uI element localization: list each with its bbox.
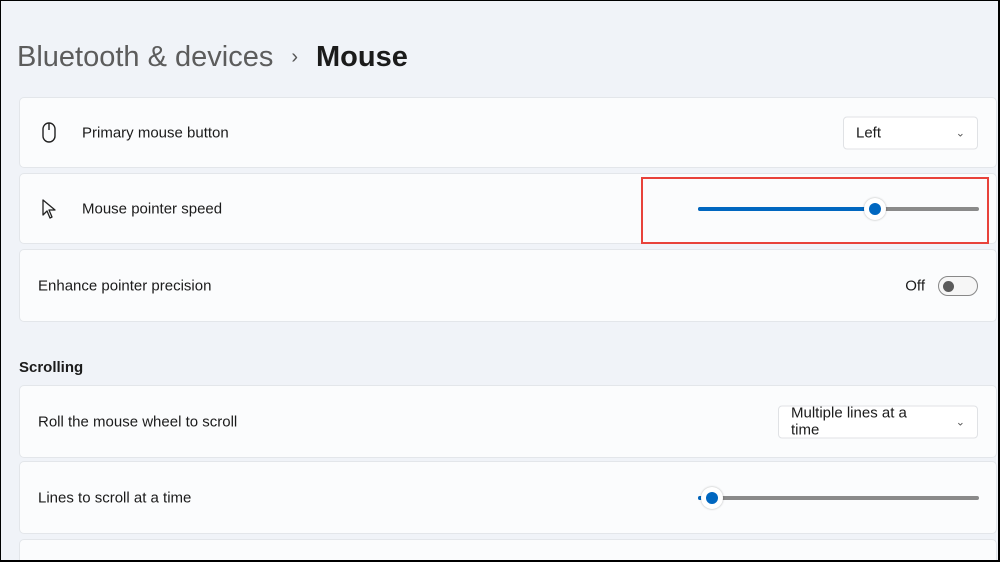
- highlight-box: [641, 177, 989, 244]
- breadcrumb-chevron-icon: ›: [291, 46, 298, 68]
- scrolling-section-title: Scrolling: [19, 359, 84, 376]
- primary-mouse-button-label: Primary mouse button: [82, 124, 229, 141]
- slider-thumb[interactable]: [701, 486, 724, 509]
- settings-window: Bluetooth & devices › Mouse Primary mous…: [1, 1, 998, 560]
- enhance-pointer-precision-label: Enhance pointer precision: [38, 277, 212, 294]
- mouse-icon: [42, 121, 56, 143]
- chevron-down-icon: ⌄: [955, 127, 965, 139]
- toggle-state: Off: [905, 277, 925, 294]
- wheel-scroll-label: Roll the mouse wheel to scroll: [38, 413, 238, 430]
- dropdown-value: Multiple lines at a time: [791, 404, 907, 439]
- pointer-icon: [42, 198, 56, 219]
- wheel-scroll-dropdown[interactable]: Multiple lines at a time ⌄: [778, 404, 978, 439]
- dropdown-value: Left: [856, 124, 882, 141]
- lines-to-scroll-row: Lines to scroll at a time: [19, 461, 997, 534]
- page-title: Mouse: [316, 41, 408, 73]
- enhance-pointer-precision-row: Enhance pointer precision Off: [19, 249, 997, 322]
- lines-to-scroll-label: Lines to scroll at a time: [38, 489, 192, 506]
- next-setting-row: [19, 539, 997, 560]
- breadcrumb: Bluetooth & devices › Mouse: [17, 41, 408, 74]
- lines-to-scroll-slider[interactable]: [698, 486, 979, 509]
- primary-mouse-button-row: Primary mouse button Left ⌄: [19, 97, 997, 168]
- breadcrumb-parent[interactable]: Bluetooth & devices: [17, 41, 273, 74]
- enhance-pointer-precision-toggle[interactable]: [938, 275, 978, 296]
- mouse-pointer-speed-label: Mouse pointer speed: [82, 200, 223, 217]
- wheel-scroll-row: Roll the mouse wheel to scroll Multiple …: [19, 385, 997, 458]
- primary-mouse-button-dropdown[interactable]: Left ⌄: [843, 116, 978, 149]
- chevron-down-icon: ⌄: [955, 416, 965, 428]
